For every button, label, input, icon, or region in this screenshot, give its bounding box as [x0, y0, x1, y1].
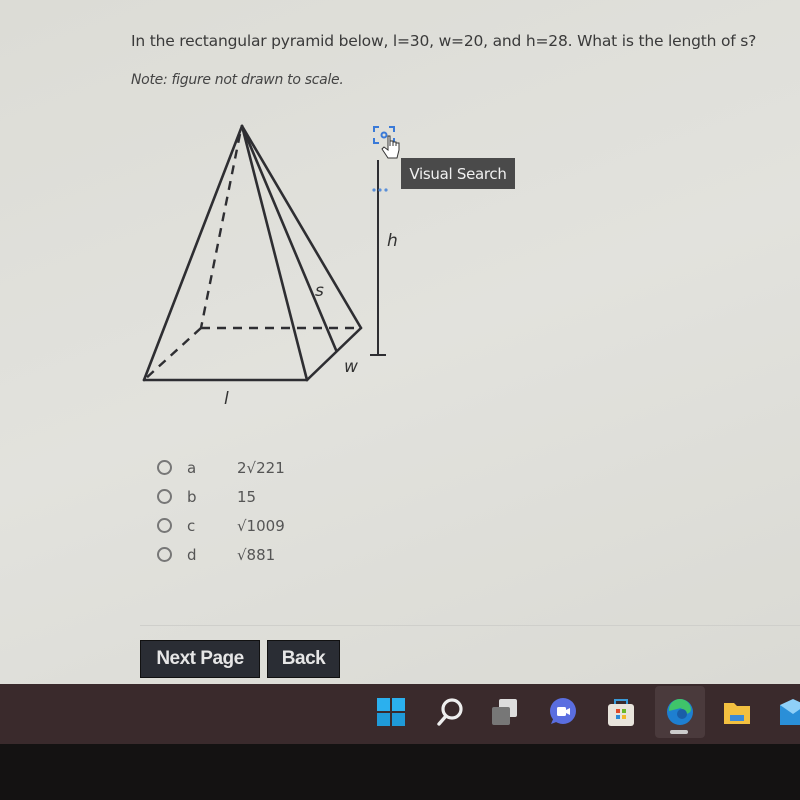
drag-dot — [384, 188, 388, 192]
question-note: Note: figure not drawn to scale. — [131, 72, 344, 88]
edge-back-right — [240, 124, 363, 330]
question-text: In the rectangular pyramid below, l=30, … — [131, 32, 757, 50]
slant-height-s — [240, 124, 338, 352]
option-value: 2√221 — [237, 458, 285, 477]
label-w: w — [344, 357, 358, 377]
edge-icon[interactable] — [665, 697, 695, 727]
file-explorer-icon[interactable] — [722, 697, 752, 727]
option-c[interactable]: c √1009 — [157, 511, 285, 540]
label-h: h — [387, 231, 398, 251]
label-s: s — [315, 281, 324, 301]
store-icon[interactable] — [606, 697, 636, 727]
visual-search-tooltip: Visual Search — [401, 158, 515, 189]
answer-options: a 2√221 b 15 c √1009 d √881 — [157, 453, 285, 569]
teams-chat-icon[interactable] — [548, 697, 578, 727]
active-app-indicator — [670, 730, 688, 734]
back-button[interactable]: Back — [267, 640, 340, 678]
monitor-bezel — [0, 744, 800, 800]
label-l: l — [224, 389, 229, 409]
pyramid-figure: s h w l — [142, 124, 400, 409]
edge-left — [142, 124, 244, 382]
radio-button[interactable] — [157, 489, 172, 504]
search-icon[interactable] — [435, 697, 465, 727]
radio-button[interactable] — [157, 518, 172, 533]
option-letter: d — [187, 545, 197, 564]
radio-button[interactable] — [157, 547, 172, 562]
hand-cursor-icon — [381, 135, 400, 159]
option-d[interactable]: d √881 — [157, 540, 285, 569]
option-a[interactable]: a 2√221 — [157, 453, 285, 482]
option-letter: b — [187, 487, 197, 506]
quiz-page: In the rectangular pyramid below, l=30, … — [0, 0, 800, 684]
task-view-icon[interactable] — [490, 697, 520, 727]
option-value: √881 — [237, 545, 276, 564]
option-b[interactable]: b 15 — [157, 482, 285, 511]
drag-dot — [378, 188, 382, 192]
divider — [140, 625, 800, 626]
windows-start-icon[interactable] — [376, 697, 406, 727]
hidden-edge-left — [143, 327, 202, 381]
option-value: 15 — [237, 487, 257, 506]
radio-button[interactable] — [157, 460, 172, 475]
next-page-button[interactable]: Next Page — [140, 640, 260, 678]
option-value: √1009 — [237, 516, 285, 535]
drag-dot — [372, 188, 376, 192]
mail-icon[interactable] — [778, 697, 800, 727]
edge-front-right — [240, 124, 309, 382]
option-letter: a — [187, 458, 197, 477]
option-letter: c — [187, 516, 196, 535]
hidden-edge-apex — [199, 133, 242, 329]
